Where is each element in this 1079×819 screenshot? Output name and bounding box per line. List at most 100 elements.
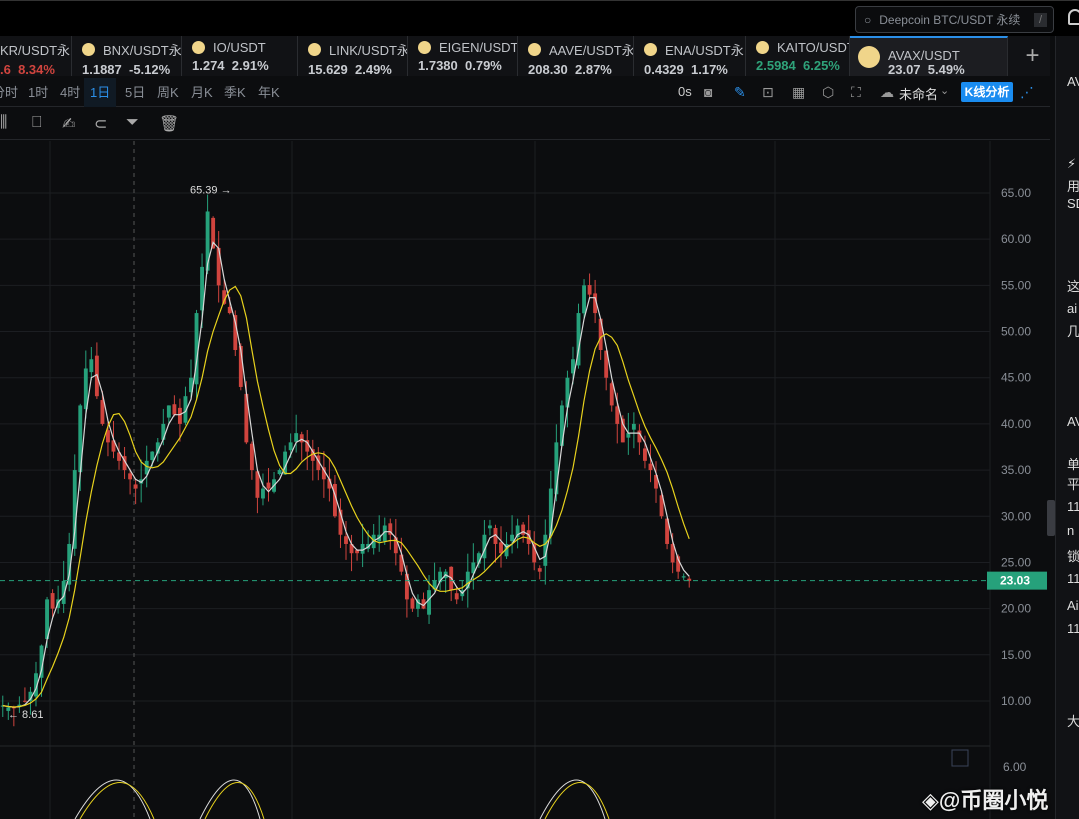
timeframe-6[interactable]: 月K <box>191 78 213 107</box>
sidebar-text: n <box>1067 523 1075 538</box>
candle-body <box>166 405 171 418</box>
timeframe-3[interactable]: 1日 <box>84 78 117 107</box>
ticker-name: ENA/USDT永 <box>665 43 744 58</box>
sidebar-text: 11 <box>1067 571 1079 586</box>
coin-icon <box>756 41 769 54</box>
add-indicator-icon[interactable]: ⊡ <box>762 84 774 101</box>
price-chart[interactable]: 65.00 60.00 55.00 50.00 45.00 40.00 35.00 30.00… <box>0 141 1048 819</box>
candle-body <box>261 488 265 499</box>
sub-tick-label: 6.00 <box>1003 760 1027 774</box>
sidebar-text: SD <box>1067 196 1079 211</box>
note-icon[interactable]: ✍ <box>62 114 75 134</box>
ticker-name: KR/USDT永 <box>0 43 71 58</box>
coin-icon <box>418 41 431 54</box>
coin-icon <box>82 43 95 56</box>
search-placeholder: Deepcoin BTC/USDT 永续 <box>879 13 1021 27</box>
sidebar-text: 11 <box>1067 499 1079 514</box>
pencil-icon[interactable]: ✎ <box>734 84 746 101</box>
sidebar-text: 大 <box>1067 714 1079 729</box>
ticker-tab[interactable]: AAVE/USDT永 208.30 2.87% <box>518 36 634 77</box>
ticker-name: LINK/USDT永 <box>329 43 407 58</box>
ticker-price: 1.274 <box>192 58 225 73</box>
timeframe-4[interactable]: 5日 <box>125 78 145 107</box>
candle-body <box>266 482 271 489</box>
ticker-price: 2.5984 <box>756 58 796 73</box>
candle-body <box>537 568 542 572</box>
ticker-tab[interactable]: LINK/USDT永 15.629 2.49% <box>298 36 408 77</box>
settings-icon[interactable]: ⬡ <box>822 84 834 101</box>
candle-body <box>510 534 515 542</box>
search-shortcut: / <box>1033 12 1047 27</box>
timeframe-1[interactable]: 1时 <box>28 78 48 107</box>
ticker-tab[interactable]: AVAX/USDT 23.07 5.49% <box>850 36 1008 77</box>
candle-body <box>344 536 348 544</box>
low-label: ← 8.61 <box>8 709 43 721</box>
y-tick-label: 15.00 <box>1001 648 1031 662</box>
lock-icon[interactable]: ⎕ <box>32 114 42 132</box>
ticker-tab[interactable]: KAITO/USDT 2.5984 6.25% <box>746 36 850 76</box>
search-input[interactable]: ○ Deepcoin BTC/USDT 永续 / <box>855 6 1054 33</box>
timeframe-8[interactable]: 年K <box>258 78 280 107</box>
chevron-down-icon[interactable]: ⌄ <box>940 84 949 97</box>
timeframe-7[interactable]: 季K <box>224 78 246 107</box>
y-tick-label: 45.00 <box>1001 371 1031 385</box>
y-tick-label: 50.00 <box>1001 325 1031 339</box>
candle-body <box>521 524 526 535</box>
ticker-price: 0.4329 <box>644 62 684 77</box>
candle-body <box>582 285 586 314</box>
y-tick-label: 10.00 <box>1001 694 1031 708</box>
layout-name[interactable]: 未命名 <box>899 84 938 103</box>
candle-body <box>288 442 293 451</box>
timeframe-bar: 分时1时4时1日5日周K月K季K年K 0s ◙ ✎ ⊡ ▦ ⬡ ⛶ ☁ 未命名 … <box>0 78 1050 107</box>
magnet-icon[interactable]: ⊂ <box>94 114 107 134</box>
sidebar-text: AV <box>1067 414 1079 429</box>
ticker-tab[interactable]: EIGEN/USDT 1.7380 0.79% <box>408 36 518 76</box>
sub-indicator-line <box>74 779 151 819</box>
k-analysis-button[interactable]: K线分析 <box>961 82 1013 102</box>
candle-type-icon[interactable]: ⫼ <box>0 114 7 132</box>
camera-icon[interactable]: ◙ <box>704 84 712 100</box>
timeframe-0[interactable]: 分时 <box>0 78 18 107</box>
candle-body <box>72 470 77 549</box>
bell-icon[interactable] <box>1068 9 1079 25</box>
ticker-price: 1.1887 <box>82 62 122 77</box>
sidebar-text: 锁 <box>1067 549 1079 564</box>
ticker-price: 1.7380 <box>418 58 458 73</box>
candle-body <box>150 451 155 461</box>
candle-body <box>277 470 282 475</box>
ticker-tab[interactable]: BNX/USDT永 1.1887 -5.12% <box>72 36 182 77</box>
coin-icon <box>858 46 880 68</box>
ticker-name: IO/USDT <box>213 40 266 55</box>
sidebar-text: 几 <box>1067 324 1079 339</box>
candle-body <box>294 433 299 442</box>
timeframe-2[interactable]: 4时 <box>60 78 80 107</box>
fullscreen-icon[interactable]: ⛶ <box>851 84 861 101</box>
ticker-tab[interactable]: IO/USDT 1.274 2.91% <box>182 36 298 76</box>
candle-body <box>249 443 254 471</box>
coin-icon <box>528 43 541 56</box>
candle-body <box>89 359 94 373</box>
candle-body <box>643 448 647 461</box>
template-icon[interactable]: ▦ <box>792 84 805 101</box>
candle-body <box>487 525 492 529</box>
candle-body <box>133 484 138 489</box>
sub-indicator-line <box>204 782 265 819</box>
y-tick-label: 20.00 <box>1001 602 1031 616</box>
add-ticker-button[interactable]: + <box>1015 36 1050 76</box>
sidebar-text: 单 <box>1067 457 1079 472</box>
candle-body <box>50 593 55 609</box>
ticker-name: BNX/USDT永 <box>103 43 181 58</box>
sidebar-text: 平 <box>1067 477 1079 492</box>
share-icon[interactable]: ⋰ <box>1020 84 1034 101</box>
timeframe-5[interactable]: 周K <box>157 78 179 107</box>
filter-icon[interactable]: ⏷ <box>126 114 139 132</box>
sidebar-collapse-handle[interactable] <box>1047 500 1055 536</box>
expand-icon <box>951 749 969 767</box>
y-tick-label: 65.00 <box>1001 186 1031 200</box>
trash-icon[interactable]: 🗑 <box>159 114 179 134</box>
ticker-price: .6 <box>0 62 11 77</box>
ticker-tab[interactable]: KR/USDT永 .6 8.34% <box>0 36 72 77</box>
ticker-tab[interactable]: ENA/USDT永 0.4329 1.17% <box>634 36 746 77</box>
ticker-change: 2.91% <box>231 58 269 73</box>
candle-body <box>128 473 133 480</box>
